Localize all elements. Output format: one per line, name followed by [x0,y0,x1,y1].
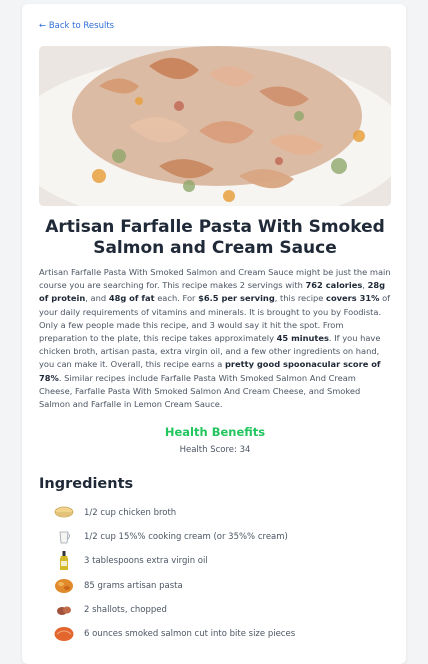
pasta-icon [54,576,74,596]
ingredients-heading: Ingredients [39,476,134,492]
recipe-card: ← Back to Results Artisan Farfalle Pasta… [22,4,406,664]
summary-text: . Similar recipes include Farfalle Pasta… [39,372,361,410]
broth-bowl-icon [54,503,74,523]
ingredient-label: 6 ounces smoked salmon cut into bite siz… [84,629,296,640]
ingredient-item: 2 shallots, chopped [54,598,384,622]
ingredients-list: 1/2 cup chicken broth 1/2 cup 15%% cooki… [54,501,384,646]
recipe-image [39,46,391,206]
olive-oil-bottle-icon [54,551,74,571]
ingredient-item: 6 ounces smoked salmon cut into bite siz… [54,622,384,646]
cream-pitcher-icon [54,527,74,547]
summary-text: , this recipe [274,293,327,304]
shallot-icon [54,600,74,620]
summary-highlight: covers 31% [326,293,380,304]
ingredient-label: 2 shallots, chopped [84,604,167,615]
ingredient-item: 85 grams artisan pasta [54,574,384,598]
summary-highlight: 48g of fat [108,293,155,304]
ingredient-item: 1/2 cup chicken broth [54,501,384,525]
ingredient-item: 3 tablespoons extra virgin oil [54,549,384,573]
summary-text: , and [85,293,109,304]
health-score: Health Score: 34 [179,445,251,455]
recipe-summary: Artisan Farfalle Pasta With Smoked Salmo… [39,266,391,411]
ingredient-item: 1/2 cup 15%% cooking cream (or 35%% crea… [54,525,384,549]
ingredient-label: 3 tablespoons extra virgin oil [84,556,208,567]
ingredient-label: 85 grams artisan pasta [84,580,183,591]
recipe-title: Artisan Farfalle Pasta With Smoked Salmo… [45,217,385,258]
ingredient-label: 1/2 cup 15%% cooking cream (or 35%% crea… [84,532,288,543]
summary-text: each. For [154,293,199,304]
summary-highlight: $6.5 per serving [198,293,275,304]
health-benefits-heading: Health Benefits [164,425,266,439]
summary-highlight: 45 minutes [276,333,329,344]
ingredient-label: 1/2 cup chicken broth [84,508,177,519]
smoked-salmon-icon [54,624,74,644]
summary-highlight: 762 calories [305,280,363,291]
back-to-results-link[interactable]: ← Back to Results [39,21,114,31]
